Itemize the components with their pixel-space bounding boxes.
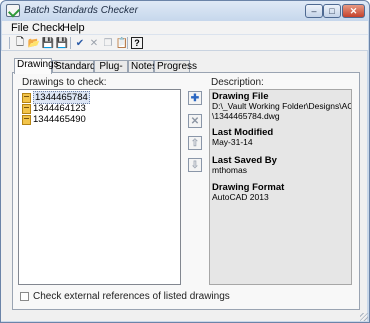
help-icon[interactable]: ?: [131, 37, 143, 49]
drawing-name: 1344465490: [33, 114, 86, 125]
last-modified-value: May-31-14: [212, 137, 253, 147]
maximize-button[interactable]: □: [323, 4, 341, 18]
description-box: Drawing File D:\_Vault Working Folder\De…: [209, 89, 352, 285]
save-as-icon[interactable]: 💾: [56, 37, 68, 49]
toolbar-separator: [127, 37, 128, 49]
app-checker-icon: [6, 4, 20, 17]
check-xrefs-checkbox[interactable]: [20, 292, 29, 301]
check-icon[interactable]: ✔: [74, 37, 86, 49]
window-title: Batch Standards Checker: [24, 5, 138, 16]
delete-icon[interactable]: ✕: [88, 37, 100, 49]
toolbar-separator: [70, 37, 71, 49]
menu-check[interactable]: Check: [32, 22, 63, 34]
new-document-icon[interactable]: 🗋: [14, 37, 26, 49]
maximize-icon: □: [329, 6, 335, 16]
drawing-format-value: AutoCAD 2013: [212, 192, 269, 202]
close-icon: ✕: [349, 5, 358, 16]
drawing-file-icon: [22, 92, 31, 103]
menu-file[interactable]: File: [11, 22, 29, 34]
drawing-file-icon: [22, 103, 31, 114]
toolbar-separator: [9, 37, 10, 49]
close-button[interactable]: ✕: [342, 4, 365, 18]
copy-icon[interactable]: ❐: [102, 37, 114, 49]
toolbar: 🗋 📂 💾 💾 ✔ ✕ ❐ 📋 ?: [2, 35, 368, 51]
last-saved-value: mthomas: [212, 165, 247, 175]
drawing-file-path: D:\_Vault Working Folder\Designs\ACAD: [212, 101, 352, 111]
move-down-button[interactable]: ⇩: [188, 158, 202, 172]
drawings-list-label: Drawings to check:: [22, 77, 107, 88]
check-xrefs-label: Check external references of listed draw…: [33, 291, 230, 302]
save-icon[interactable]: 💾: [42, 37, 54, 49]
list-item[interactable]: 1344464123: [22, 103, 86, 114]
description-label: Description:: [211, 77, 264, 88]
drawing-name: 1344464123: [33, 103, 86, 114]
remove-drawing-button[interactable]: ✕: [188, 114, 202, 128]
menu-help[interactable]: Help: [62, 22, 85, 34]
add-drawing-icon: ✚: [190, 92, 200, 104]
drawing-file-path-cont: \1344465784.dwg: [212, 111, 280, 121]
remove-icon: ✕: [190, 115, 200, 127]
move-up-button[interactable]: ⇧: [188, 136, 202, 150]
minimize-button[interactable]: –: [305, 4, 323, 18]
drawings-listbox[interactable]: 1344465784 1344464123 1344465490: [18, 89, 181, 285]
tab-drawings[interactable]: Drawings: [14, 58, 59, 74]
add-drawing-button[interactable]: ✚: [188, 91, 202, 105]
minimize-icon: –: [311, 6, 317, 16]
resize-grip[interactable]: [360, 313, 368, 321]
open-folder-icon[interactable]: 📂: [28, 37, 40, 49]
arrow-up-icon: ⇧: [190, 137, 200, 149]
drawing-file-icon: [22, 114, 31, 125]
title-bar[interactable]: Batch Standards Checker – □ ✕: [1, 1, 369, 21]
list-item[interactable]: 1344465490: [22, 114, 86, 125]
arrow-down-icon: ⇩: [190, 159, 200, 171]
list-item[interactable]: 1344465784: [22, 91, 90, 104]
menu-bar: File Check Help: [2, 21, 368, 35]
